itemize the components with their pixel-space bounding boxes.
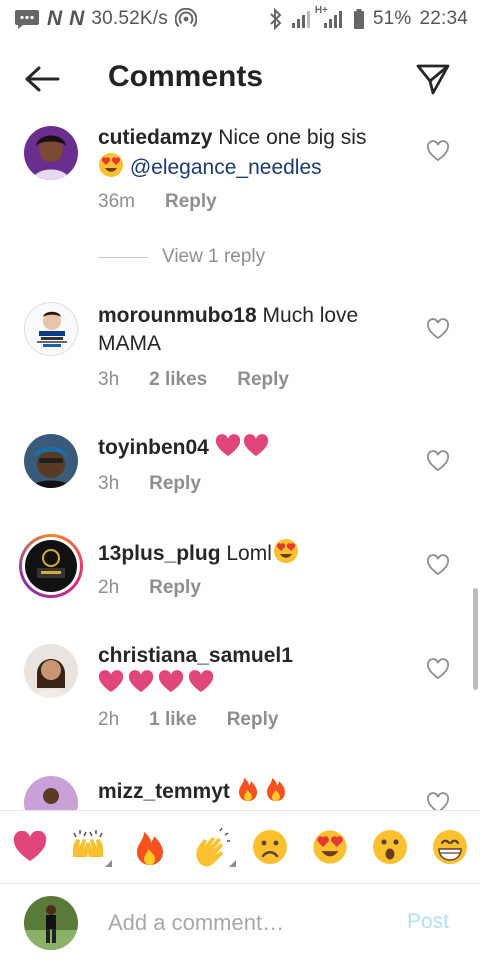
heart-eyes-emoji bbox=[98, 152, 124, 186]
clapping-hands-emoji[interactable] bbox=[190, 825, 236, 869]
signal-icon bbox=[291, 9, 313, 29]
comment-time: 3h bbox=[98, 369, 120, 390]
grinning-face-emoji[interactable] bbox=[428, 825, 472, 869]
battery-percent: 51% bbox=[372, 8, 412, 29]
comment-username[interactable]: mizz_temmyt bbox=[98, 780, 230, 803]
network-type-label: H+ bbox=[314, 5, 328, 16]
send-button[interactable] bbox=[414, 60, 452, 98]
arrow-left-icon bbox=[25, 66, 60, 92]
comment-text: christiana_samuel1 bbox=[98, 642, 408, 702]
comments-list[interactable]: cutiedamzy Nice one big sis @elegance_ne… bbox=[0, 118, 480, 810]
bluetooth-icon bbox=[269, 8, 283, 30]
pink-hearts-emoji bbox=[215, 434, 269, 466]
comment-text: toyinben04 bbox=[98, 434, 408, 466]
like-heart-icon[interactable] bbox=[426, 658, 450, 680]
signal-icon: H+ bbox=[315, 5, 345, 29]
red-heart-emoji[interactable] bbox=[8, 825, 52, 869]
status-left: N N 30.52K/s bbox=[14, 7, 197, 31]
comment-time: 2h bbox=[98, 709, 120, 730]
message-icon bbox=[14, 8, 40, 30]
comment-message: Nice one big sis bbox=[218, 126, 367, 149]
comment-mention[interactable]: @elegance_needles bbox=[130, 156, 322, 179]
surprised-face-emoji[interactable] bbox=[368, 825, 412, 869]
comment-meta: 2h Reply bbox=[98, 577, 201, 599]
like-heart-icon[interactable] bbox=[426, 792, 450, 810]
comment-message: Loml bbox=[226, 542, 272, 565]
scrollbar[interactable] bbox=[473, 588, 478, 690]
page-title: Comments bbox=[108, 60, 264, 93]
avatar bbox=[25, 540, 77, 592]
comment-text: 13plus_plug Loml bbox=[98, 538, 408, 572]
pink-hearts-emoji bbox=[98, 670, 214, 702]
comment-meta: 2h 1 like Reply bbox=[98, 709, 278, 731]
like-heart-icon[interactable] bbox=[426, 140, 450, 162]
comment-username[interactable]: christiana_samuel1 bbox=[98, 644, 293, 667]
story-ring[interactable] bbox=[19, 534, 83, 598]
comment-username[interactable]: 13plus_plug bbox=[98, 542, 221, 565]
comment-username[interactable]: toyinben04 bbox=[98, 436, 209, 459]
comment-time: 2h bbox=[98, 577, 120, 598]
my-avatar bbox=[24, 896, 78, 950]
hotspot-icon bbox=[174, 8, 197, 30]
raised-hands-emoji[interactable] bbox=[66, 825, 112, 869]
reply-button[interactable]: Reply bbox=[165, 191, 217, 213]
avatar[interactable] bbox=[24, 126, 78, 180]
divider bbox=[98, 256, 148, 258]
likes-count[interactable]: 2 likes bbox=[149, 369, 207, 391]
comment-meta: 3h Reply bbox=[98, 473, 201, 495]
back-button[interactable] bbox=[22, 62, 62, 96]
comment-meta: 3h 2 likes Reply bbox=[98, 369, 289, 391]
fire-emoji bbox=[236, 776, 290, 810]
like-heart-icon[interactable] bbox=[426, 554, 450, 576]
comment-time: 3h bbox=[98, 473, 120, 494]
avatar[interactable] bbox=[24, 644, 78, 698]
like-heart-icon[interactable] bbox=[426, 318, 450, 340]
fire-emoji[interactable] bbox=[128, 825, 172, 869]
comment-composer: Post bbox=[0, 884, 480, 960]
header: Comments bbox=[0, 40, 480, 118]
view-replies-label: View 1 reply bbox=[162, 246, 266, 267]
clock: 22:34 bbox=[419, 8, 468, 29]
reply-button[interactable]: Reply bbox=[149, 577, 201, 599]
emoji-quick-bar bbox=[0, 810, 480, 884]
comment-input[interactable] bbox=[108, 906, 388, 940]
heart-eyes-emoji bbox=[272, 538, 300, 572]
battery-icon bbox=[353, 8, 365, 30]
status-bar: N N 30.52K/s H+ 51% 22:34 bbox=[0, 0, 480, 38]
comment-meta: 36m Reply bbox=[98, 191, 217, 213]
n-icon: N bbox=[69, 7, 85, 30]
avatar[interactable] bbox=[24, 776, 78, 810]
n-icon: N bbox=[47, 7, 63, 30]
avatar[interactable] bbox=[24, 434, 78, 488]
view-replies-button[interactable]: View 1 reply bbox=[98, 246, 265, 268]
comment-time: 36m bbox=[98, 191, 135, 212]
comment-username[interactable]: cutiedamzy bbox=[98, 126, 212, 149]
avatar[interactable] bbox=[24, 302, 78, 356]
like-heart-icon[interactable] bbox=[426, 450, 450, 472]
post-button[interactable]: Post bbox=[407, 910, 449, 934]
comment-username[interactable]: morounmubo18 bbox=[98, 304, 257, 327]
reply-button[interactable]: Reply bbox=[149, 473, 201, 495]
comment-text: mizz_temmyt bbox=[98, 776, 408, 810]
send-icon bbox=[416, 64, 450, 95]
sad-face-emoji[interactable] bbox=[248, 825, 292, 869]
reply-button[interactable]: Reply bbox=[237, 369, 289, 391]
reply-button[interactable]: Reply bbox=[227, 709, 279, 731]
likes-count[interactable]: 1 like bbox=[149, 709, 197, 731]
comment-text: morounmubo18 Much love MAMA bbox=[98, 302, 408, 358]
comment-text: cutiedamzy Nice one big sis @elegance_ne… bbox=[98, 124, 408, 186]
heart-eyes-emoji[interactable] bbox=[308, 825, 352, 869]
status-right: H+ 51% 22:34 bbox=[269, 5, 468, 30]
network-speed: 30.52K/s bbox=[91, 8, 168, 29]
